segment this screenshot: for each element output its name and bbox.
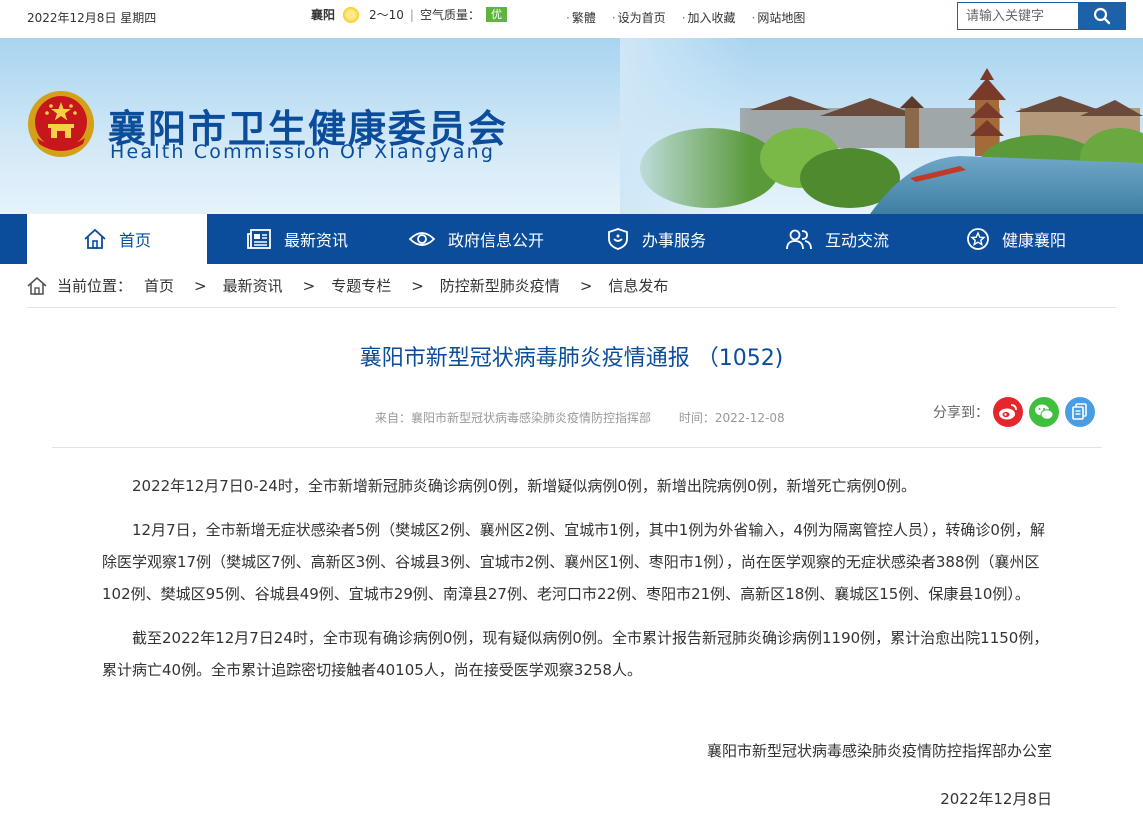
article-time: 时间：2022-12-08: [678, 411, 785, 425]
search-button[interactable]: [1078, 3, 1125, 29]
breadcrumb-item-epidemic[interactable]: 防控新型肺炎疫情: [440, 275, 560, 296]
eye-icon: [408, 232, 436, 246]
article-meta: 来自：襄阳市新型冠状病毒感染肺炎疫情防控指挥部 时间：2022-12-08: [375, 409, 785, 426]
nav-item-healthy-xiangyang[interactable]: 健康襄阳: [966, 214, 1066, 264]
article-paragraph: 截至2022年12月7日24时，全市现有确诊病例0例，现有疑似病例0例。全市累计…: [102, 629, 1049, 679]
breadcrumb-item-topics[interactable]: 专题专栏: [331, 275, 391, 296]
link-set-homepage[interactable]: 设为首页: [612, 9, 666, 26]
nav-label: 政府信息公开: [448, 231, 545, 250]
article-body: 2022年12月7日0-24时，全市新增新冠肺炎确诊病例0例，新增疑似病例0例，…: [102, 470, 1052, 698]
weather-city: 襄阳: [311, 8, 336, 22]
article-source: 来自：襄阳市新型冠状病毒感染肺炎疫情防控指挥部: [375, 411, 652, 425]
share-label: 分享到：: [933, 405, 989, 421]
home-icon: [27, 276, 47, 295]
nav-label: 最新资讯: [284, 231, 349, 250]
breadcrumb-separator: >: [194, 276, 207, 295]
sunny-icon: [343, 6, 360, 23]
copy-icon: [1072, 403, 1087, 420]
header-banner: 襄阳市卫生健康委员会 Health Commission Of Xiangyan…: [0, 38, 1143, 214]
search-input[interactable]: [958, 3, 1078, 29]
nav-item-news[interactable]: 最新资讯: [246, 214, 348, 264]
nav-label: 首页: [118, 231, 151, 250]
weibo-share-button[interactable]: [993, 397, 1023, 427]
wechat-share-button[interactable]: [1029, 397, 1059, 427]
nav-label: 健康襄阳: [1002, 231, 1067, 250]
breadcrumb-item-home[interactable]: 首页: [144, 275, 174, 296]
weather-temp: 2～10: [369, 8, 404, 22]
home-icon: [84, 228, 106, 249]
breadcrumb-separator: >: [411, 276, 424, 295]
weibo-icon: [999, 404, 1017, 420]
star-badge-icon: [967, 228, 989, 250]
breadcrumb-item-news[interactable]: 最新资讯: [223, 275, 283, 296]
copy-link-button[interactable]: [1065, 397, 1095, 427]
site-subtitle: Health Commission Of Xiangyang: [110, 141, 496, 163]
breadcrumb-separator: >: [302, 276, 316, 295]
aqi-label: 空气质量：: [419, 8, 480, 22]
wechat-icon: [1035, 404, 1054, 420]
link-sitemap[interactable]: 网站地图: [752, 9, 805, 26]
article-signature: 襄阳市新型冠状病毒感染肺炎疫情防控指挥部办公室: [706, 742, 1052, 760]
nav-label: 互动交流: [825, 231, 890, 250]
weather-widget: 襄阳 2～10 | 空气质量： 优: [311, 6, 507, 23]
top-links: 繁體 设为首页 加入收藏 网站地图: [566, 9, 821, 26]
title-divider: [52, 447, 1102, 448]
article-paragraph: 2022年12月7日0-24时，全市新增新冠肺炎确诊病例0例，新增疑似病例0例，…: [132, 477, 917, 495]
nav-item-services[interactable]: 办事服务: [606, 214, 706, 264]
nav-item-gov-info[interactable]: 政府信息公开: [408, 214, 544, 264]
article-sign-date: 2022年12月8日: [940, 790, 1052, 808]
city-scenery-image: [620, 38, 1143, 214]
article-paragraph: 12月7日，全市新增无症状感染者5例（樊城区2例、襄州区2例、宜城市1例，其中1…: [102, 521, 1045, 603]
nav-item-home[interactable]: 首页: [27, 214, 207, 264]
nav-item-interaction[interactable]: 互动交流: [785, 214, 889, 264]
link-add-favorite[interactable]: 加入收藏: [682, 9, 736, 26]
breadcrumb: 当前位置： 首页 > 最新资讯 > 专题专栏 > 防控新型肺炎疫情 > 信息发布: [27, 264, 1116, 308]
aqi-badge: 优: [485, 7, 507, 22]
top-bar: 2022年12月8日 星期四 襄阳 2～10 | 空气质量： 优 繁體 设为首页…: [0, 0, 1143, 38]
nav-label: 办事服务: [642, 231, 707, 250]
search-icon: [1093, 7, 1110, 25]
share-bar: 分享到：: [933, 397, 1095, 427]
breadcrumb-separator: >: [579, 276, 593, 295]
current-date: 2022年12月8日 星期四: [27, 11, 157, 25]
main-nav: 首页 最新资讯 政府信息公开 办事服务 互动交流 健康襄阳: [0, 214, 1143, 264]
people-icon: [786, 229, 812, 250]
breadcrumb-label: 当前位置：: [57, 277, 133, 295]
newspaper-icon: [247, 229, 271, 249]
article-title: 襄阳市新型冠状病毒肺炎疫情通报 （1052): [359, 346, 784, 371]
weather-separator: |: [409, 7, 414, 22]
shield-icon: [608, 228, 628, 250]
breadcrumb-item-info-release[interactable]: 信息发布: [608, 275, 668, 296]
link-traditional[interactable]: 繁體: [566, 9, 596, 26]
search-box: [957, 2, 1126, 30]
national-emblem-icon: [28, 91, 94, 157]
